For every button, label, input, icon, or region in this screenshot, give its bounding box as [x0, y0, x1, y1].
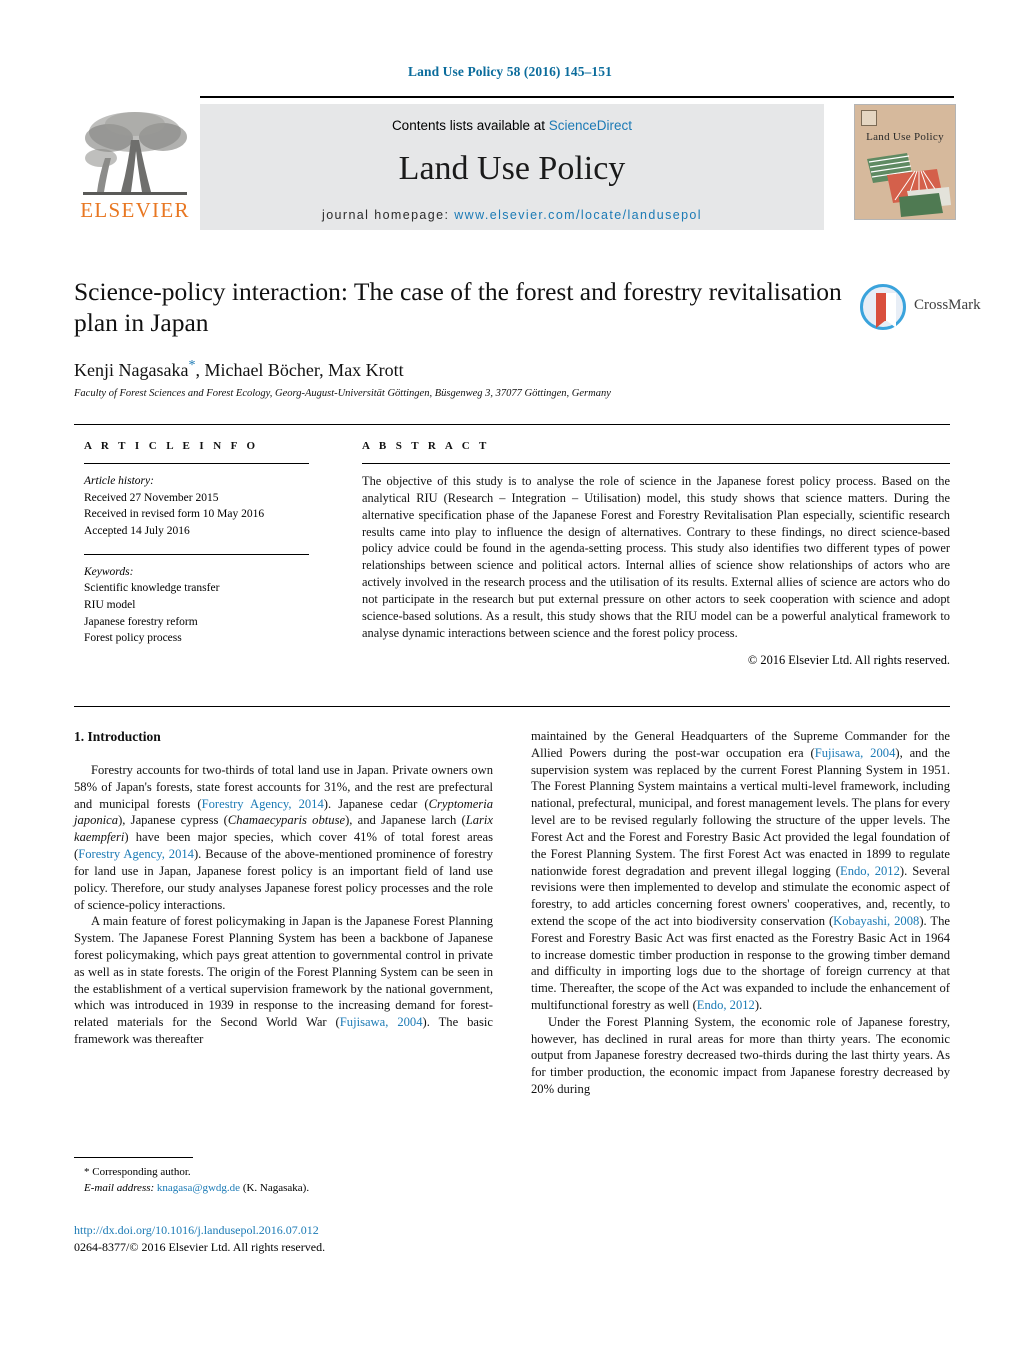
body-paragraph: Under the Forest Planning System, the ec…	[531, 1014, 950, 1097]
body-paragraph: A main feature of forest policymaking in…	[74, 914, 493, 1047]
journal-title: Land Use Policy	[398, 150, 626, 187]
authors-text: Kenji Nagasaka*, Michael Böcher, Max Kro…	[74, 357, 404, 380]
keywords-label: Keywords:	[84, 565, 134, 578]
journal-homepage-link[interactable]: www.elsevier.com/locate/landusepol	[454, 208, 702, 222]
species-name: Chamaecyparis obtuse	[227, 813, 346, 828]
citation-link[interactable]: Endo, 2012	[697, 998, 755, 1012]
elsevier-tree-icon	[79, 106, 191, 198]
email-label: E-mail address:	[84, 1181, 155, 1194]
keyword-item: RIU model	[84, 599, 136, 612]
footnote-star: *	[84, 1166, 90, 1178]
article-history-revised: Received in revised form 10 May 2016	[84, 508, 265, 521]
title-block: Science-policy interaction: The case of …	[74, 276, 844, 399]
abstract-divider	[362, 463, 950, 464]
body-column-right: maintained by the General Headquarters o…	[531, 728, 950, 1098]
article-history-received: Received 27 November 2015	[84, 491, 219, 504]
crossmark-circle-icon	[860, 284, 906, 330]
keyword-item: Forest policy process	[84, 632, 182, 645]
journal-band: Contents lists available at ScienceDirec…	[200, 104, 824, 230]
page-title: Science-policy interaction: The case of …	[74, 277, 842, 338]
keyword-item: Scientific knowledge transfer	[84, 582, 220, 595]
info-rule-bottom	[74, 706, 950, 707]
article-info-divider	[84, 463, 309, 464]
citation-link[interactable]: Forestry Agency, 2014	[78, 847, 194, 861]
footnote-rule	[74, 1157, 193, 1158]
abstract-copyright: © 2016 Elsevier Ltd. All rights reserved…	[747, 652, 950, 667]
contents-available-line: Contents lists available at ScienceDirec…	[200, 104, 824, 133]
page-footer: http://dx.doi.org/10.1016/j.landusepol.2…	[74, 1222, 574, 1257]
footnote-corresponding-text: Corresponding author.	[92, 1166, 191, 1178]
corresponding-author-footnote: * Corresponding author. E-mail address: …	[74, 1157, 493, 1196]
crossmark-badge[interactable]: CrossMark	[860, 284, 981, 334]
elsevier-logo: ELSEVIER	[74, 106, 196, 230]
article-history-accepted: Accepted 14 July 2016	[84, 525, 190, 538]
footnote-corresponding-line: * Corresponding author.	[74, 1165, 493, 1181]
doi-link[interactable]: http://dx.doi.org/10.1016/j.landusepol.2…	[74, 1222, 574, 1239]
citation-link[interactable]: Kobayashi, 2008	[833, 914, 919, 928]
crossmark-book-icon	[876, 293, 896, 328]
article-info-column: A R T I C L E I N F O Article history: R…	[84, 440, 309, 647]
affiliation: Faculty of Forest Sciences and Forest Ec…	[74, 387, 611, 399]
sciencedirect-link[interactable]: ScienceDirect	[549, 118, 632, 133]
citation-link[interactable]: Fujisawa, 2004	[340, 1015, 423, 1029]
body-paragraph: Forestry accounts for two-thirds of tota…	[74, 763, 494, 912]
keywords-divider	[84, 553, 309, 555]
journal-homepage-line: journal homepage: www.elsevier.com/locat…	[200, 208, 824, 222]
journal-masthead: ELSEVIER Contents lists available at Sci…	[74, 96, 956, 230]
email-owner: (K. Nagasaka).	[242, 1181, 310, 1194]
section-heading-introduction: 1. Introduction	[74, 729, 161, 744]
body-column-left: 1. Introduction Forestry accounts for tw…	[74, 728, 493, 1048]
abstract-text: The objective of this study is to analys…	[362, 474, 950, 640]
homepage-prefix: journal homepage:	[322, 208, 455, 222]
article-first-page: Land Use Policy 58 (2016) 145–151 ELSEVI…	[0, 0, 1020, 1351]
citation-link[interactable]: Fujisawa, 2004	[815, 746, 896, 760]
article-info-heading: A R T I C L E I N F O	[84, 440, 259, 452]
article-history-label: Article history:	[84, 475, 154, 487]
citation-link[interactable]: Forestry Agency, 2014	[202, 797, 324, 811]
masthead-divider	[200, 96, 954, 98]
abstract-heading: A B S T R A C T	[362, 440, 490, 452]
abstract-column: A B S T R A C T The objective of this st…	[362, 440, 950, 668]
footnote-email-line: E-mail address: knagasa@gwdg.de (K. Naga…	[74, 1181, 493, 1197]
info-rule-top	[74, 424, 950, 425]
issn-copyright-line: 0264-8377/© 2016 Elsevier Ltd. All right…	[74, 1240, 326, 1255]
running-head: Land Use Policy 58 (2016) 145–151	[408, 64, 612, 79]
body-paragraph: maintained by the General Headquarters o…	[531, 729, 950, 1012]
citation-link[interactable]: Endo, 2012	[840, 864, 900, 878]
author-list: Kenji Nagasaka*, Michael Böcher, Max Kro…	[74, 358, 844, 381]
elsevier-wordmark: ELSEVIER	[80, 198, 190, 222]
keyword-item: Japanese forestry reform	[84, 615, 198, 628]
contents-prefix: Contents lists available at	[391, 118, 549, 133]
journal-cover-thumbnail: Land Use Policy	[854, 104, 956, 220]
crossmark-label: CrossMark	[914, 297, 981, 313]
corresponding-author-marker: *	[188, 357, 196, 373]
email-link[interactable]: knagasa@gwdg.de	[157, 1182, 240, 1194]
